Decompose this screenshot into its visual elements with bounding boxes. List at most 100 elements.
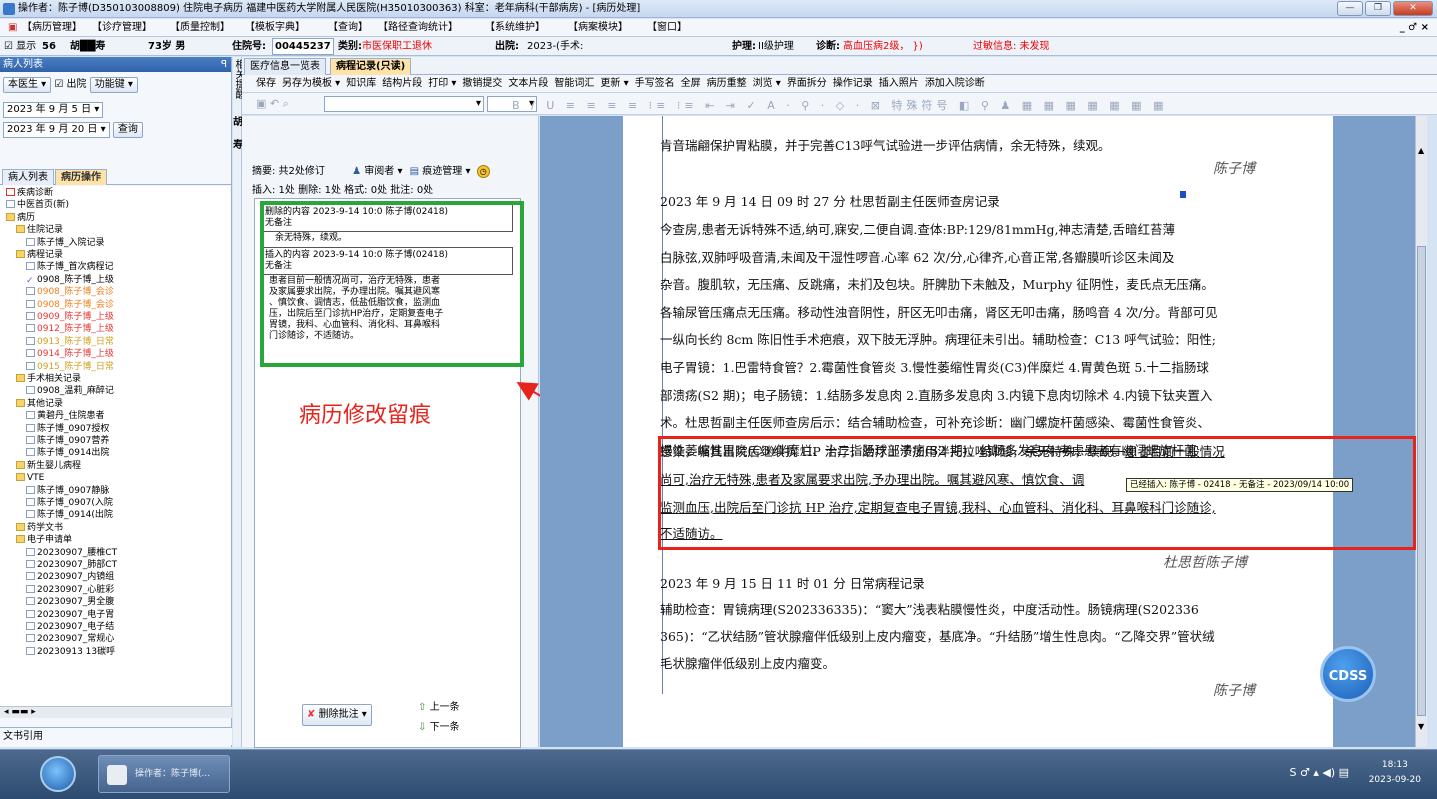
previous-revision-button[interactable]: ⇧ 上一条: [418, 698, 460, 713]
tree-node[interactable]: 20230907_肺部CT: [26, 560, 117, 570]
menu-template-dictionary[interactable]: 【模板字典】: [245, 19, 305, 37]
menu-query[interactable]: 【查询】: [328, 19, 368, 37]
start-button[interactable]: [40, 756, 76, 792]
date-to-picker[interactable]: 2023 年 9 月 20 日 ▾: [3, 122, 110, 138]
tree-node[interactable]: 20230907_电子结: [26, 622, 114, 632]
tree-node[interactable]: 20230907_常规心: [26, 634, 114, 644]
show-checkbox[interactable]: ☑ 显示: [4, 37, 36, 56]
tree-node[interactable]: ✓ 0908_陈子博_上级: [26, 275, 114, 286]
toolbar-item[interactable]: 界面拆分: [787, 78, 827, 89]
close-button[interactable]: ✕: [1393, 1, 1433, 16]
date-from-picker[interactable]: 2023 年 9 月 5 日 ▾: [3, 102, 104, 118]
tab-patient-list[interactable]: 病人列表: [2, 169, 54, 185]
clock[interactable]: 18:13 2023-09-20: [1369, 758, 1421, 788]
pin-icon[interactable]: ꟼ: [221, 57, 227, 72]
menu-record-management[interactable]: 【病历管理】: [22, 19, 82, 37]
tree-node[interactable]: 0908_温莉_麻醉记: [26, 386, 114, 396]
tree-node[interactable]: 陈子博_0907静脉: [26, 485, 109, 496]
related-reminder-strip[interactable]: 相关提醒 胡 寿: [233, 57, 244, 747]
toolbar-item[interactable]: 文本片段: [508, 78, 548, 89]
tab-progress-record-readonly[interactable]: 病程记录(只读): [330, 58, 412, 75]
system-tray[interactable]: S ♂ ▴ ◀) ▤: [1290, 766, 1350, 779]
tree-node[interactable]: 陈子博_0914出院: [26, 448, 109, 458]
save-icon[interactable]: ▣ ↶ ⌕: [256, 97, 289, 111]
format-icons[interactable]: B / U ≡ ≡ ≡ ≡ ⁝≡ ⁝≡ ⇤ ⇥ ✓ A · ⚲ · ◇ · ⊠ …: [512, 97, 1167, 113]
toolbar-item[interactable]: 保存: [256, 78, 276, 89]
tree-node[interactable]: 陈子博_0907授权: [26, 423, 109, 434]
tree-node[interactable]: 0915_陈子博_日常: [26, 361, 114, 372]
toolbar-item[interactable]: 全屏: [681, 78, 701, 89]
document-vertical-scrollbar[interactable]: ▲ ▼: [1415, 116, 1427, 747]
tree-node[interactable]: 0912_陈子博_上级: [26, 324, 114, 334]
query-button[interactable]: 查询: [112, 122, 143, 138]
function-key-button[interactable]: 功能键 ▾: [89, 77, 138, 93]
taskbar-app-item[interactable]: 操作者：陈子博(...: [98, 755, 230, 793]
tree-node[interactable]: 0908_陈子博_会诊: [26, 299, 114, 310]
minimize-button[interactable]: —: [1337, 1, 1363, 16]
font-name-combo[interactable]: [324, 96, 484, 112]
toolbar-item[interactable]: 病历重整: [707, 78, 747, 89]
tree-node[interactable]: 手术相关记录: [16, 374, 81, 384]
tree-node[interactable]: 陈子博_0907营养: [26, 436, 109, 446]
doctor-filter-select[interactable]: 本医生 ▾: [3, 77, 52, 93]
tree-node[interactable]: 其他记录: [16, 398, 63, 409]
toolbar-item[interactable]: 手写签名: [635, 78, 675, 89]
toolbar-item[interactable]: 更新 ▾: [600, 78, 628, 89]
tree-node[interactable]: 20230907_内镜组: [26, 572, 114, 582]
trace-manager-dropdown[interactable]: ▤ 痕迹管理 ▾: [410, 166, 471, 177]
admission-number[interactable]: 00445237: [272, 38, 334, 55]
clock-icon[interactable]: ◷: [476, 165, 490, 178]
tree-node[interactable]: 20230907_男全腹: [26, 597, 114, 607]
tree-node[interactable]: 20230907_心脏彩: [26, 584, 114, 595]
toolbar-item[interactable]: 撤销提交: [462, 78, 502, 89]
toolbar-item[interactable]: 添加入院诊断: [925, 78, 985, 89]
cdss-button[interactable]: CDSS: [1320, 646, 1376, 702]
discharged-checkbox[interactable]: ☑ 出院: [54, 79, 86, 90]
tree-node[interactable]: 陈子博_入院记录: [26, 237, 105, 248]
menu-window[interactable]: 【窗口】: [647, 19, 687, 37]
tab-medical-info-overview[interactable]: 医疗信息一览表: [244, 58, 326, 75]
maximize-button[interactable]: ❐: [1365, 1, 1391, 16]
reviewer-dropdown[interactable]: ♟ 审阅者 ▾: [352, 166, 402, 177]
toolbar-item[interactable]: 智能词汇: [554, 78, 594, 89]
tree-node[interactable]: 20230907_电子胃: [26, 609, 114, 620]
document-page[interactable]: 肯音瑞翩保护胃粘膜，并于完善C13呼气试验进一步评估病情，余无特殊，续观。 陈子…: [623, 116, 1333, 747]
toolbar-item[interactable]: 打印 ▾: [428, 78, 456, 89]
tree-node[interactable]: 新生婴儿病程: [16, 460, 81, 471]
tree-node[interactable]: 电子申请单: [16, 535, 72, 545]
tree-horizontal-scrollbar[interactable]: ◂ ▬▬ ▸: [0, 706, 232, 718]
toolbar-item[interactable]: 知识库: [346, 78, 376, 89]
tree-node[interactable]: 陈子博_首次病程记: [26, 262, 114, 272]
tab-record-operations[interactable]: 病历操作: [55, 169, 107, 185]
tree-node[interactable]: 住院记录: [16, 225, 63, 235]
tree-node[interactable]: 黄碧丹_住院患者: [26, 411, 105, 421]
tree-node[interactable]: 0909_陈子博_上级: [26, 312, 114, 322]
document-reference-label[interactable]: 文书引用: [0, 727, 232, 745]
tree-node[interactable]: 疾病诊断: [6, 188, 53, 198]
mdi-window-controls[interactable]: _ ♂ ×: [1400, 19, 1429, 37]
toolbar-item[interactable]: 插入照片: [879, 78, 919, 89]
next-revision-button[interactable]: ⇩ 下一条: [418, 718, 460, 733]
menu-case-module[interactable]: 【病案模块】: [568, 19, 628, 37]
tree-node[interactable]: VTE: [16, 473, 44, 483]
tree-node[interactable]: 陈子博_0907(入院: [26, 498, 113, 508]
tree-node[interactable]: 0908_陈子博_会诊: [26, 287, 114, 297]
tree-node[interactable]: 药学文书: [16, 522, 63, 533]
delete-annotation-button[interactable]: ✘ 删除批注 ▾: [302, 704, 372, 726]
scroll-thumb[interactable]: [1417, 246, 1426, 716]
tree-node[interactable]: 0914_陈子博_上级: [26, 349, 114, 359]
tree-node[interactable]: 20230907_腰椎CT: [26, 547, 117, 558]
tree-node[interactable]: 病历: [6, 212, 35, 223]
menu-path-statistics[interactable]: 【路径查询统计】: [378, 19, 458, 37]
tree-node[interactable]: 20230913 13碳呼: [26, 646, 115, 657]
tree-node[interactable]: 0913_陈子博_日常: [26, 336, 114, 347]
toolbar-item[interactable]: 浏览 ▾: [753, 78, 781, 89]
menu-system-maintenance[interactable]: 【系统维护】: [485, 19, 545, 37]
tree-node[interactable]: 陈子博_0914(出院: [26, 510, 113, 520]
toolbar-item[interactable]: 操作记录: [833, 78, 873, 89]
toolbar-item[interactable]: 另存为模板 ▾: [282, 78, 340, 89]
tree-node[interactable]: 病程记录: [16, 250, 63, 260]
menu-quality-control[interactable]: 【质量控制】: [170, 19, 230, 37]
tree-node[interactable]: 中医首页(新): [6, 200, 69, 210]
menu-treatment-management[interactable]: 【诊疗管理】: [92, 19, 152, 37]
